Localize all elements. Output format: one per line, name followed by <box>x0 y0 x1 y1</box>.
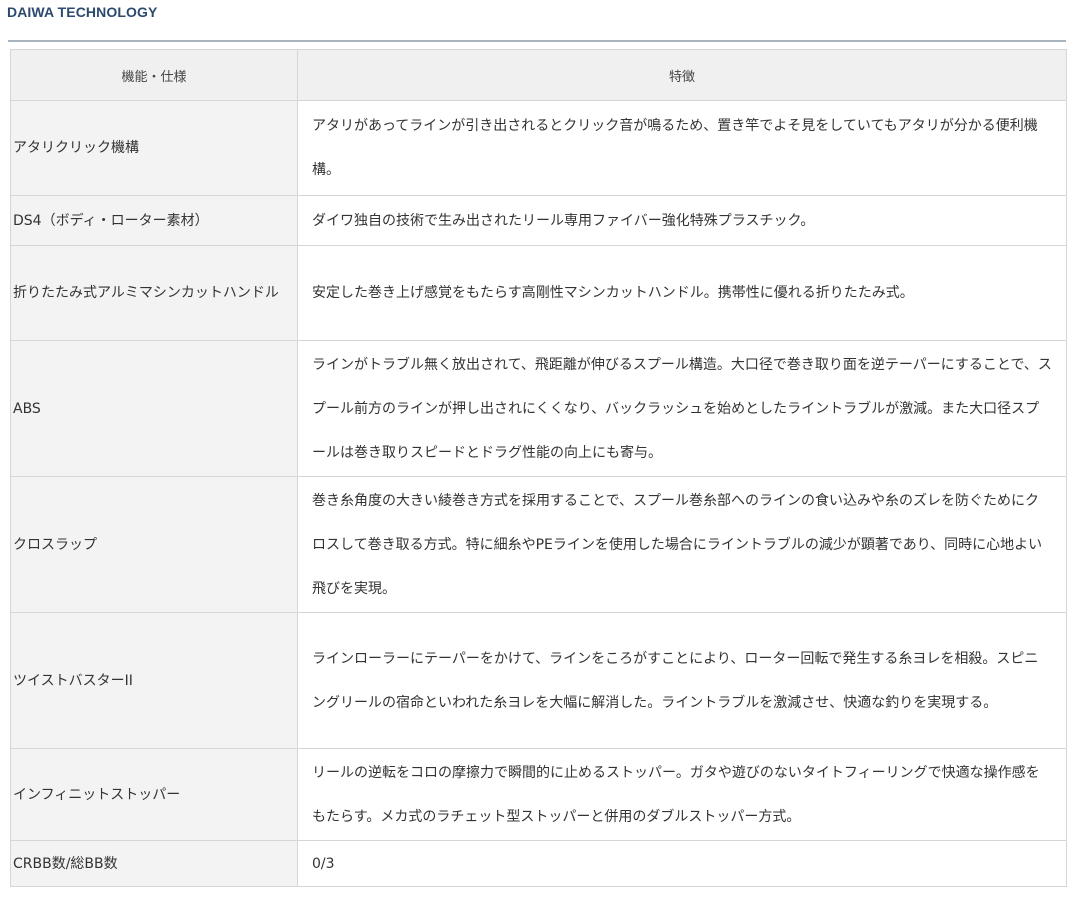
feature-name: クロスラップ <box>10 476 298 613</box>
feature-name: インフィニットストッパー <box>10 748 298 841</box>
feature-name: ABS <box>10 340 298 477</box>
feature-description: 巻き糸角度の大きい綾巻き方式を採用することで、スプール巻糸部へのラインの食い込み… <box>297 476 1067 613</box>
feature-name: CRBB数/総BB数 <box>10 840 298 887</box>
brand-heading: DAIWA TECHNOLOGY <box>7 4 158 20</box>
feature-description: アタリがあってラインが引き出されるとクリック音が鳴るため、置き竿でよそ見をしてい… <box>297 100 1067 196</box>
feature-name: ツイストバスターII <box>10 612 298 749</box>
heading-divider <box>8 40 1066 42</box>
feature-name: 折りたたみ式アルミマシンカットハンドル <box>10 245 298 341</box>
table-row: CRBB数/総BB数 0/3 <box>10 840 1067 887</box>
column-header-feature: 機能・仕様 <box>10 49 298 101</box>
table-header-row: 機能・仕様 特徴 <box>10 49 1067 101</box>
feature-description: 安定した巻き上げ感覚をもたらす高剛性マシンカットハンドル。携帯性に優れる折りたた… <box>297 245 1067 341</box>
table-row: インフィニットストッパー リールの逆転をコロの摩擦力で瞬間的に止めるストッパー。… <box>10 748 1067 841</box>
feature-description: リールの逆転をコロの摩擦力で瞬間的に止めるストッパー。ガタや遊びのないタイトフィ… <box>297 748 1067 841</box>
feature-description: ラインローラーにテーパーをかけて、ラインをころがすことにより、ローター回転で発生… <box>297 612 1067 749</box>
feature-description: ラインがトラブル無く放出されて、飛距離が伸びるスプール構造。大口径で巻き取り面を… <box>297 340 1067 477</box>
column-header-description: 特徴 <box>297 49 1067 101</box>
feature-description: 0/3 <box>297 840 1067 887</box>
table-row: アタリクリック機構 アタリがあってラインが引き出されるとクリック音が鳴るため、置… <box>10 100 1067 196</box>
feature-name: DS4（ボディ・ローター素材） <box>10 195 298 246</box>
spec-table: 機能・仕様 特徴 アタリクリック機構 アタリがあってラインが引き出されるとクリッ… <box>10 49 1067 887</box>
table-row: ABS ラインがトラブル無く放出されて、飛距離が伸びるスプール構造。大口径で巻き… <box>10 340 1067 477</box>
table-row: DS4（ボディ・ローター素材） ダイワ独自の技術で生み出されたリール専用ファイバ… <box>10 195 1067 246</box>
feature-description: ダイワ独自の技術で生み出されたリール専用ファイバー強化特殊プラスチック。 <box>297 195 1067 246</box>
feature-name: アタリクリック機構 <box>10 100 298 196</box>
table-row: クロスラップ 巻き糸角度の大きい綾巻き方式を採用することで、スプール巻糸部へのラ… <box>10 476 1067 613</box>
table-row: ツイストバスターII ラインローラーにテーパーをかけて、ラインをころがすことによ… <box>10 612 1067 749</box>
table-row: 折りたたみ式アルミマシンカットハンドル 安定した巻き上げ感覚をもたらす高剛性マシ… <box>10 245 1067 341</box>
